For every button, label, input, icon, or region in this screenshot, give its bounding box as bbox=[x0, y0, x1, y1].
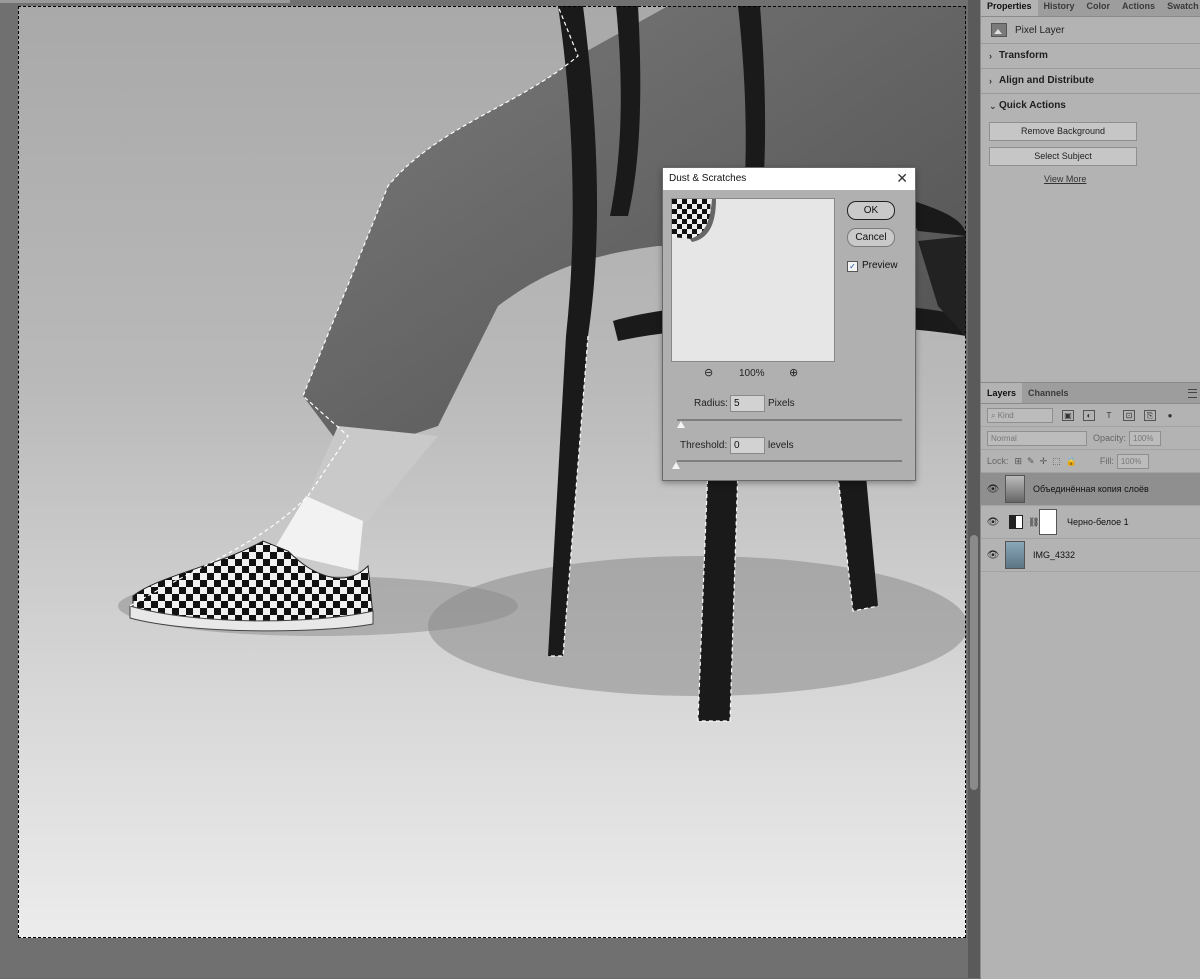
threshold-slider-thumb[interactable] bbox=[672, 462, 680, 469]
zoom-out-icon[interactable]: ⊖ bbox=[704, 366, 713, 379]
layer-kind-row: Pixel Layer bbox=[981, 17, 1200, 44]
tab-channels[interactable]: Channels bbox=[1022, 383, 1075, 403]
scrollbar-thumb[interactable] bbox=[970, 535, 978, 790]
align-section-label: Align and Distribute bbox=[999, 75, 1094, 86]
properties-tabbar: Properties History Color Actions Swatch bbox=[981, 0, 1200, 17]
threshold-input[interactable]: 0 bbox=[730, 437, 765, 454]
layer-name: Объединённая копия слоёв bbox=[1033, 484, 1149, 494]
quick-actions-section: ⌄ Quick Actions Remove Background Select… bbox=[981, 94, 1200, 385]
lock-icons[interactable]: ⊞✎✛⬚🔒 bbox=[1015, 456, 1082, 467]
lock-label: Lock: bbox=[987, 456, 1009, 466]
eye-icon[interactable]: 👁 bbox=[981, 484, 1005, 495]
opacity-label: Opacity: bbox=[1093, 433, 1127, 443]
layer-filter-row: ⌕ Kind ▣ ◐ T ⊡ ⎘ ● bbox=[981, 404, 1200, 427]
filter-kind-value: Kind bbox=[997, 410, 1014, 420]
radius-slider-thumb[interactable] bbox=[677, 421, 685, 428]
zoom-in-icon[interactable]: ⊕ bbox=[789, 366, 798, 379]
pixel-layer-icon bbox=[991, 23, 1007, 37]
chair-shadow bbox=[428, 556, 966, 696]
threshold-label: Threshold: bbox=[680, 440, 728, 451]
tab-swatches[interactable]: Swatch bbox=[1161, 0, 1200, 16]
fill-label: Fill: bbox=[1099, 456, 1114, 466]
tab-actions[interactable]: Actions bbox=[1116, 0, 1161, 16]
tab-color[interactable]: Color bbox=[1081, 0, 1117, 16]
layer-thumbnail bbox=[1005, 541, 1025, 569]
layers-panel: Layers Channels ⌕ Kind ▣ ◐ T ⊡ ⎘ ● Norma… bbox=[981, 382, 1200, 979]
type-filter-icon[interactable]: T bbox=[1104, 411, 1114, 420]
preview-label: Preview bbox=[862, 260, 898, 271]
view-more-link[interactable]: View More bbox=[1044, 174, 1200, 184]
align-distribute-section[interactable]: › Align and Distribute bbox=[981, 69, 1200, 94]
layer-kind-label: Pixel Layer bbox=[1015, 24, 1065, 36]
close-icon[interactable]: ✕ bbox=[896, 170, 908, 187]
tab-layers[interactable]: Layers bbox=[981, 383, 1023, 403]
threshold-unit: levels bbox=[768, 440, 794, 451]
eye-icon[interactable]: 👁 bbox=[981, 517, 1005, 528]
layer-thumbnail bbox=[1005, 475, 1025, 503]
radius-unit: Pixels bbox=[768, 398, 795, 409]
tab-properties[interactable]: Properties bbox=[981, 0, 1038, 16]
chevron-down-icon: ⌄ bbox=[989, 101, 997, 111]
image-filter-icon[interactable]: ▣ bbox=[1062, 409, 1074, 421]
chevron-right-icon: › bbox=[989, 51, 992, 61]
document-tab-strip bbox=[0, 0, 290, 3]
right-panel: Properties History Color Actions Swatch … bbox=[980, 0, 1200, 979]
dust-scratches-dialog: Dust & Scratches ✕ OK Cancel ✓ Preview ⊖… bbox=[662, 167, 916, 481]
layer-name: Черно-белое 1 bbox=[1067, 517, 1129, 527]
layer-name: IMG_4332 bbox=[1033, 550, 1076, 560]
transform-section-label: Transform bbox=[999, 50, 1048, 61]
filter-toggle-icon[interactable]: ● bbox=[1165, 411, 1175, 420]
layer-row-merged-copy[interactable]: 👁 Объединённая копия слоёв bbox=[981, 473, 1200, 506]
link-icon: ⛓ bbox=[1028, 516, 1040, 527]
dialog-title: Dust & Scratches bbox=[669, 173, 747, 184]
radius-input[interactable]: 5 bbox=[730, 395, 765, 412]
remove-background-button[interactable]: Remove Background bbox=[989, 122, 1137, 141]
layer-row-black-white[interactable]: 👁 ⛓ Черно-белое 1 bbox=[981, 506, 1200, 539]
radius-label: Radius: bbox=[694, 398, 728, 409]
layer-row-img[interactable]: 👁 IMG_4332 bbox=[981, 539, 1200, 572]
layer-mask-thumbnail[interactable] bbox=[1039, 509, 1057, 535]
zoom-level: 100% bbox=[739, 368, 765, 379]
filter-preview-window[interactable] bbox=[671, 198, 835, 362]
preview-image bbox=[672, 199, 716, 242]
canvas-workspace bbox=[0, 0, 968, 978]
eye-icon[interactable]: 👁 bbox=[981, 550, 1005, 561]
radius-slider-track[interactable] bbox=[677, 419, 902, 421]
panel-menu-icon[interactable] bbox=[1188, 389, 1197, 398]
shape-filter-icon[interactable]: ⊡ bbox=[1123, 409, 1135, 421]
tab-history[interactable]: History bbox=[1038, 0, 1081, 16]
chevron-right-icon: › bbox=[989, 76, 992, 86]
layers-tabbar: Layers Channels bbox=[981, 383, 1200, 404]
quick-actions-label: Quick Actions bbox=[999, 100, 1066, 111]
ok-button[interactable]: OK bbox=[847, 201, 895, 220]
fill-field[interactable]: 100% bbox=[1116, 453, 1149, 469]
lock-fill-row: Lock: ⊞✎✛⬚🔒 Fill: 100% bbox=[981, 450, 1200, 473]
dialog-titlebar[interactable]: Dust & Scratches ✕ bbox=[663, 168, 915, 190]
blend-mode-select[interactable]: Normal bbox=[987, 430, 1087, 446]
transform-section[interactable]: › Transform bbox=[981, 44, 1200, 69]
filter-kind-select[interactable]: ⌕ Kind bbox=[987, 407, 1053, 423]
vertical-scrollbar[interactable] bbox=[968, 0, 980, 978]
smart-object-filter-icon[interactable]: ⎘ bbox=[1144, 409, 1156, 421]
preview-checkbox[interactable]: ✓ bbox=[847, 261, 858, 272]
blend-opacity-row: Normal Opacity: 100% bbox=[981, 427, 1200, 450]
quick-actions-header[interactable]: ⌄ Quick Actions bbox=[981, 94, 1200, 118]
threshold-slider-track[interactable] bbox=[677, 460, 902, 462]
select-subject-button[interactable]: Select Subject bbox=[989, 147, 1137, 166]
cancel-button[interactable]: Cancel bbox=[847, 228, 895, 247]
black-white-adjustment-icon bbox=[1009, 515, 1023, 529]
opacity-field[interactable]: 100% bbox=[1129, 430, 1162, 446]
adjustment-filter-icon[interactable]: ◐ bbox=[1083, 409, 1095, 421]
